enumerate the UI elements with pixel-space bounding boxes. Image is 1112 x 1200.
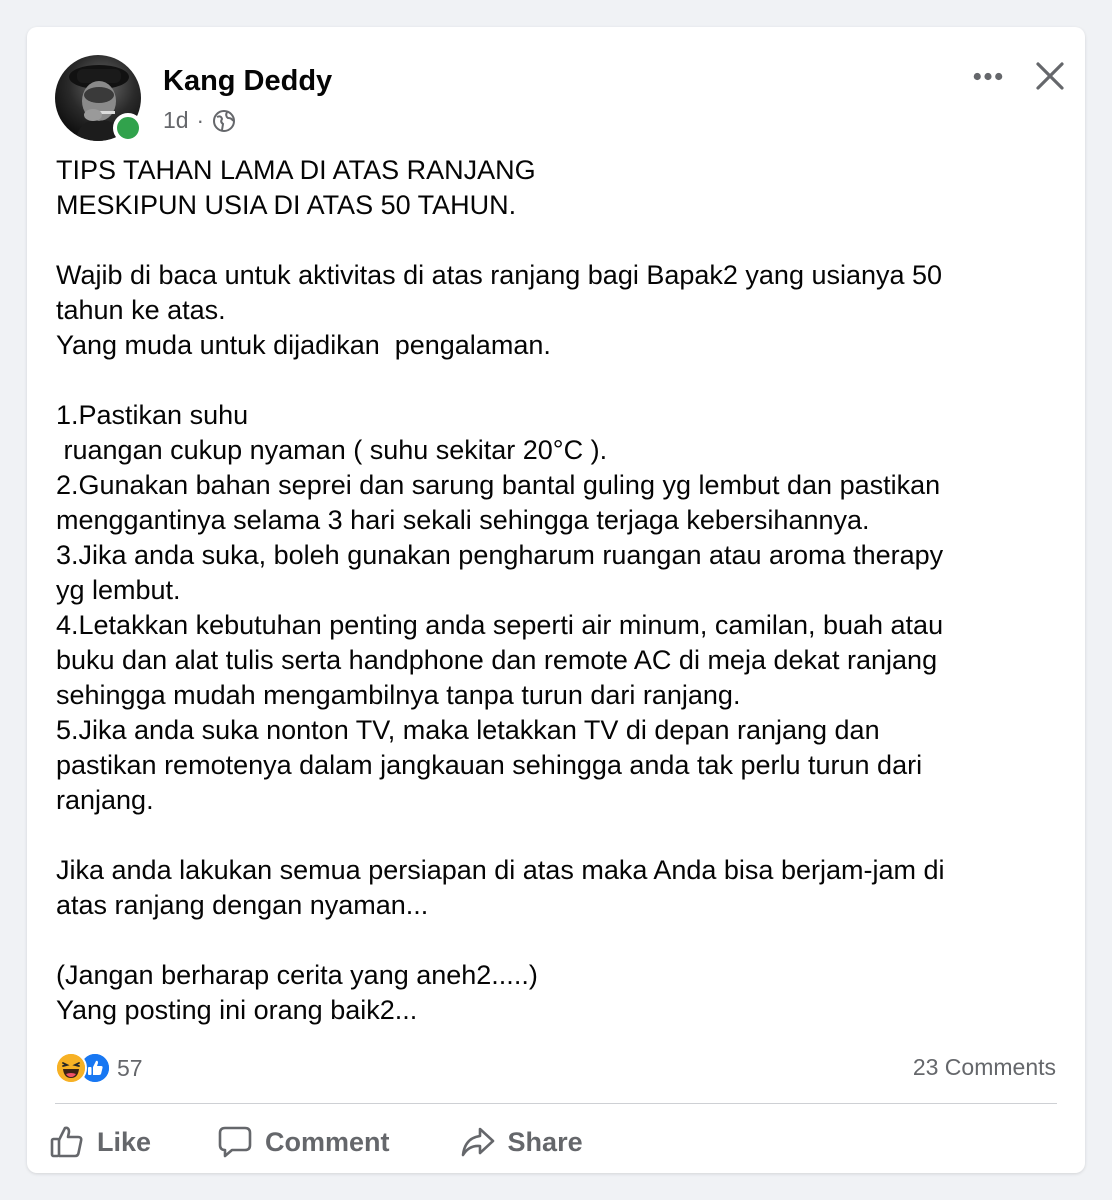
comment-label: Comment [265,1126,390,1157]
like-label: Like [97,1126,152,1157]
more-options-icon[interactable] [967,61,1009,91]
reactions-summary[interactable]: 57 [55,1052,143,1084]
post-text: TIPS TAHAN LAMA DI ATAS RANJANG MESKIPUN… [56,155,945,1025]
share-label: Share [507,1126,583,1157]
globe-icon [212,109,236,133]
reaction-count: 57 [117,1054,143,1081]
share-arrow-icon [460,1124,496,1160]
action-bar: Like Comment Share [47,1117,583,1167]
share-button[interactable]: Share [460,1124,583,1160]
like-button[interactable]: Like [49,1124,151,1160]
thumbs-up-icon [49,1124,85,1160]
author-name[interactable]: Kang Deddy [163,65,332,98]
post-time[interactable]: 1d [163,107,189,134]
close-icon[interactable] [1033,59,1067,93]
online-status-indicator [113,113,143,143]
divider [55,1103,1057,1104]
post-card: Kang Deddy 1d · TIPS TAHAN LAMA DI ATAS … [27,27,1085,1173]
haha-icon [55,1052,87,1084]
comment-button[interactable]: Comment [217,1124,390,1160]
post-meta: 1d · [163,107,236,134]
comment-bubble-icon [217,1124,253,1160]
comments-count-link[interactable]: 23 Comments [913,1054,1056,1081]
meta-separator: · [196,107,204,133]
